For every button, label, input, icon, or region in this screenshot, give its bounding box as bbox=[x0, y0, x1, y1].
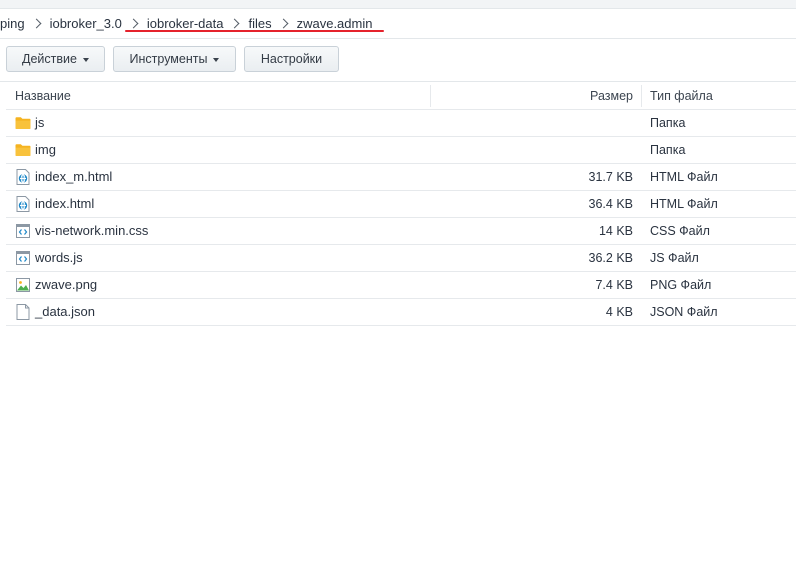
breadcrumb-item-files[interactable]: files bbox=[248, 16, 271, 31]
chevron-right-icon bbox=[230, 18, 240, 28]
action-dropdown-button[interactable]: Действие bbox=[6, 46, 105, 72]
action-button-label: Действие bbox=[22, 52, 77, 66]
chevron-right-icon bbox=[31, 18, 42, 28]
table-row[interactable]: js Папка bbox=[6, 110, 796, 137]
divider bbox=[0, 38, 796, 39]
folder-icon bbox=[15, 142, 31, 158]
table-row[interactable]: index_m.html 31.7 KB HTML Файл bbox=[6, 164, 796, 191]
file-type: HTML Файл bbox=[650, 197, 718, 211]
table-row[interactable]: _data.json 4 KB JSON Файл bbox=[6, 299, 796, 326]
file-type: JS Файл bbox=[650, 251, 699, 265]
file-name: zwave.png bbox=[35, 277, 98, 292]
code-file-icon bbox=[15, 223, 31, 239]
settings-button[interactable]: Настройки bbox=[244, 46, 339, 72]
file-size: 31.7 KB bbox=[588, 170, 633, 184]
settings-button-label: Настройки bbox=[260, 52, 323, 66]
tools-dropdown-button[interactable]: Инструменты bbox=[113, 46, 236, 72]
table-row[interactable]: vis-network.min.css 14 KB CSS Файл bbox=[6, 218, 796, 245]
column-header-type[interactable]: Тип файла bbox=[650, 89, 713, 103]
red-underline-annotation bbox=[125, 30, 384, 32]
file-name: js bbox=[35, 115, 45, 130]
breadcrumb-item-zwave-admin[interactable]: zwave.admin bbox=[297, 16, 373, 31]
file-name: vis-network.min.css bbox=[35, 223, 149, 238]
file-name: words.js bbox=[35, 250, 83, 265]
table-row[interactable]: words.js 36.2 KB JS Файл bbox=[6, 245, 796, 272]
file-type: CSS Файл bbox=[650, 224, 710, 238]
column-header-name[interactable]: Название bbox=[15, 89, 71, 103]
code-file-icon bbox=[15, 250, 31, 266]
file-type: HTML Файл bbox=[650, 170, 718, 184]
file-size: 36.2 KB bbox=[588, 251, 633, 265]
html-file-icon bbox=[15, 169, 31, 185]
toolbar: Действие Инструменты Настройки bbox=[6, 46, 339, 72]
tools-button-label: Инструменты bbox=[129, 52, 208, 66]
file-name: _data.json bbox=[35, 304, 95, 319]
chevron-right-icon bbox=[128, 18, 139, 28]
file-name: img bbox=[35, 142, 56, 157]
caret-down-icon bbox=[82, 58, 89, 62]
file-type: Папка bbox=[650, 143, 686, 157]
file-size: 14 KB bbox=[598, 224, 633, 238]
file-type: JSON Файл bbox=[650, 305, 718, 319]
folder-icon bbox=[15, 115, 31, 131]
html-file-icon bbox=[15, 196, 31, 212]
chevron-right-icon bbox=[278, 18, 289, 28]
file-name: index.html bbox=[35, 196, 95, 211]
file-name: index_m.html bbox=[35, 169, 113, 184]
file-size: 4 KB bbox=[605, 305, 633, 319]
file-type: Папка bbox=[650, 116, 686, 130]
table-row[interactable]: index.html 36.4 KB HTML Файл bbox=[6, 191, 796, 218]
file-type: PNG Файл bbox=[650, 278, 712, 292]
caret-down-icon bbox=[213, 58, 220, 62]
column-resize-handle[interactable] bbox=[641, 85, 642, 107]
file-size: 36.4 KB bbox=[588, 197, 633, 211]
table-header: Название Размер Тип файла bbox=[6, 82, 796, 110]
column-resize-handle[interactable] bbox=[430, 85, 431, 107]
breadcrumb-item-iobroker[interactable]: iobroker_3.0 bbox=[50, 16, 122, 31]
table-row[interactable]: zwave.png 7.4 KB PNG Файл bbox=[6, 272, 796, 299]
column-header-size[interactable]: Размер bbox=[590, 89, 633, 103]
file-size: 7.4 KB bbox=[595, 278, 633, 292]
image-file-icon bbox=[15, 277, 31, 293]
breadcrumb-item-ping[interactable]: ping bbox=[0, 16, 25, 31]
top-bar bbox=[0, 0, 796, 9]
breadcrumb-item-iobroker-data[interactable]: iobroker-data bbox=[147, 16, 224, 31]
table-row[interactable]: img Папка bbox=[6, 137, 796, 164]
file-table: Название Размер Тип файла js Папка img П… bbox=[6, 82, 796, 326]
blank-file-icon bbox=[15, 304, 31, 320]
